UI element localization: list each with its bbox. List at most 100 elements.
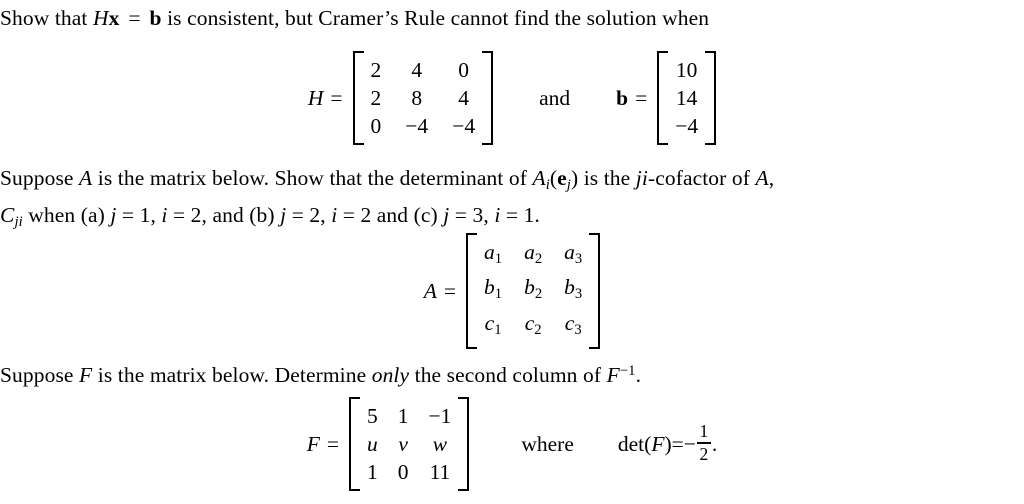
cell-sub: 1: [494, 321, 502, 338]
cell-base: b: [484, 275, 495, 300]
cofactor-C-symbol: C: [0, 203, 15, 228]
matrix-cell: 1: [366, 460, 378, 484]
det-label: det(: [617, 431, 652, 456]
matrix-cell: −4: [452, 114, 476, 138]
where-keyword: where: [521, 431, 574, 456]
matrix-A: a1 a2 a3 b1 b2 b3 c1 c2 c3: [466, 233, 601, 349]
vector-b-group: b = 10 14 −4: [616, 51, 717, 145]
matrix-cell: 1: [397, 404, 409, 428]
matrix-A-label: A: [423, 278, 437, 303]
matrix-cell: u: [366, 432, 378, 456]
matrix-cell: b3: [564, 273, 582, 308]
equals-sign: =: [122, 6, 147, 30]
matrix-cell: 2: [370, 86, 382, 110]
matrix-F-group: F = 5 1 −1 u v w 1 0 11: [307, 397, 470, 491]
problem2-text-2: is the matrix below. Show that the deter…: [92, 166, 533, 190]
separator-3: ,: [483, 203, 495, 228]
det-minus-sign: −: [683, 431, 696, 456]
matrix-F-equals: =: [326, 431, 339, 456]
cell-base: b: [564, 275, 575, 300]
matrix-cell: c2: [525, 309, 542, 344]
matrix-cell: −1: [428, 404, 452, 428]
index-i-c-value: = 1: [500, 203, 535, 228]
index-i-a-value: = 2: [167, 203, 202, 228]
document-page: Show that Hx = b is consistent, but Cram…: [0, 0, 1024, 504]
problem3-period: .: [635, 363, 642, 388]
cell-sub: 3: [574, 286, 583, 303]
matrix-cell: 0: [397, 460, 409, 484]
matrix-cell: a2: [524, 238, 542, 273]
problem3-statement: Suppose F is the matrix below. Determine…: [0, 357, 641, 390]
cell-base: a: [564, 240, 575, 265]
matrix-cell: 10: [675, 58, 698, 82]
matrix-cell: −4: [405, 114, 429, 138]
problem3-equation: F = 5 1 −1 u v w 1 0 11 where det(F) =…: [0, 397, 1024, 491]
vector-b: 10 14 −4: [657, 51, 717, 145]
matrix-cell: w: [432, 432, 448, 456]
bracket-left: [657, 51, 669, 145]
matrix-H-symbol: H: [92, 6, 109, 30]
matrix-A-grid: a1 a2 a3 b1 b2 b3 c1 c2 c3: [477, 233, 589, 348]
problem3-text-2: is the matrix below. Determine: [92, 363, 372, 388]
matrix-cell: 14: [675, 86, 698, 110]
cell-sub: 2: [534, 251, 543, 268]
bracket-right: [705, 51, 717, 145]
problem3-statement-line: Suppose F is the matrix below. Determine…: [0, 357, 641, 390]
matrix-F: 5 1 −1 u v w 1 0 11: [348, 397, 470, 491]
det-period: .: [711, 431, 718, 456]
matrix-cell: a1: [484, 238, 502, 273]
index-j-c-value: = 3: [449, 203, 484, 228]
matrix-cell: c3: [565, 309, 582, 344]
det-paren-close: ): [664, 431, 672, 456]
index-j-a-value: = 1: [116, 203, 151, 228]
problem2-text-1: Suppose: [0, 166, 80, 190]
bracket-left: [352, 51, 364, 145]
vector-b-label: b: [616, 85, 629, 110]
cell-sub: 3: [574, 251, 583, 268]
problem2-statement-line1: Suppose A is the matrix below. Show that…: [0, 164, 774, 200]
det-equals: =: [671, 431, 684, 456]
separator-1: ,: [150, 203, 162, 228]
emphasis-only: only: [371, 363, 410, 388]
bracket-right: [589, 233, 601, 349]
cell-base: c: [484, 310, 495, 335]
problem3-text-1: Suppose: [0, 363, 80, 388]
bracket-right: [458, 397, 470, 491]
vector-e-symbol: e: [557, 166, 567, 190]
problem2-text-4: -cofactor of: [647, 166, 756, 190]
matrix-A-symbol-2: A: [755, 166, 769, 190]
matrix-F-inverse-exponent: −1: [619, 363, 636, 379]
matrix-H: 2 4 0 2 8 4 0 −4 −4: [352, 51, 494, 145]
matrix-cell: b2: [524, 273, 542, 308]
matrix-cell: 11: [429, 460, 451, 484]
index-j-b-value: = 2: [286, 203, 321, 228]
matrix-H-grid: 2 4 0 2 8 4 0 −4 −4: [364, 51, 483, 145]
matrix-F-label: F: [306, 431, 320, 456]
bracket-left: [466, 233, 478, 349]
vector-x-symbol: x: [108, 6, 120, 30]
cell-sub: 3: [574, 321, 582, 338]
matrix-H-equals: =: [330, 85, 343, 110]
cell-base: c: [524, 310, 535, 335]
problem3-text-3: the second column of: [409, 363, 607, 388]
cell-sub: 1: [494, 251, 503, 268]
problem2-text-3: is the: [578, 166, 636, 190]
problem2-equation: A = a1 a2 a3 b1 b2 b3 c1 c2 c3: [0, 233, 1024, 349]
conjunction-and: and: [539, 85, 571, 110]
matrix-cell: 8: [411, 86, 423, 110]
matrix-cell: 5: [366, 404, 378, 428]
cell-sub: 2: [534, 321, 542, 338]
ji-index: ji: [635, 166, 648, 190]
problem2-statement-line2: Cji when (a) j = 1, i = 2, and (b) j = 2…: [0, 201, 774, 237]
problem2-comma: ,: [768, 166, 775, 190]
matrix-A-group: A = a1 a2 a3 b1 b2 b3 c1 c2 c3: [423, 233, 601, 349]
problem2-text-7: and (c): [371, 203, 444, 228]
matrix-H-group: H = 2 4 0 2 8 4 0 −4 −4: [308, 51, 494, 145]
matrix-cell: 0: [370, 114, 382, 138]
matrix-F-inverse-symbol: F: [606, 363, 620, 388]
separator-2: ,: [320, 203, 332, 228]
bracket-left: [348, 397, 360, 491]
fraction-one-half: 1 2: [696, 422, 711, 464]
matrix-cell: a3: [564, 238, 582, 273]
cofactor-C-subscript: ji: [14, 214, 23, 231]
